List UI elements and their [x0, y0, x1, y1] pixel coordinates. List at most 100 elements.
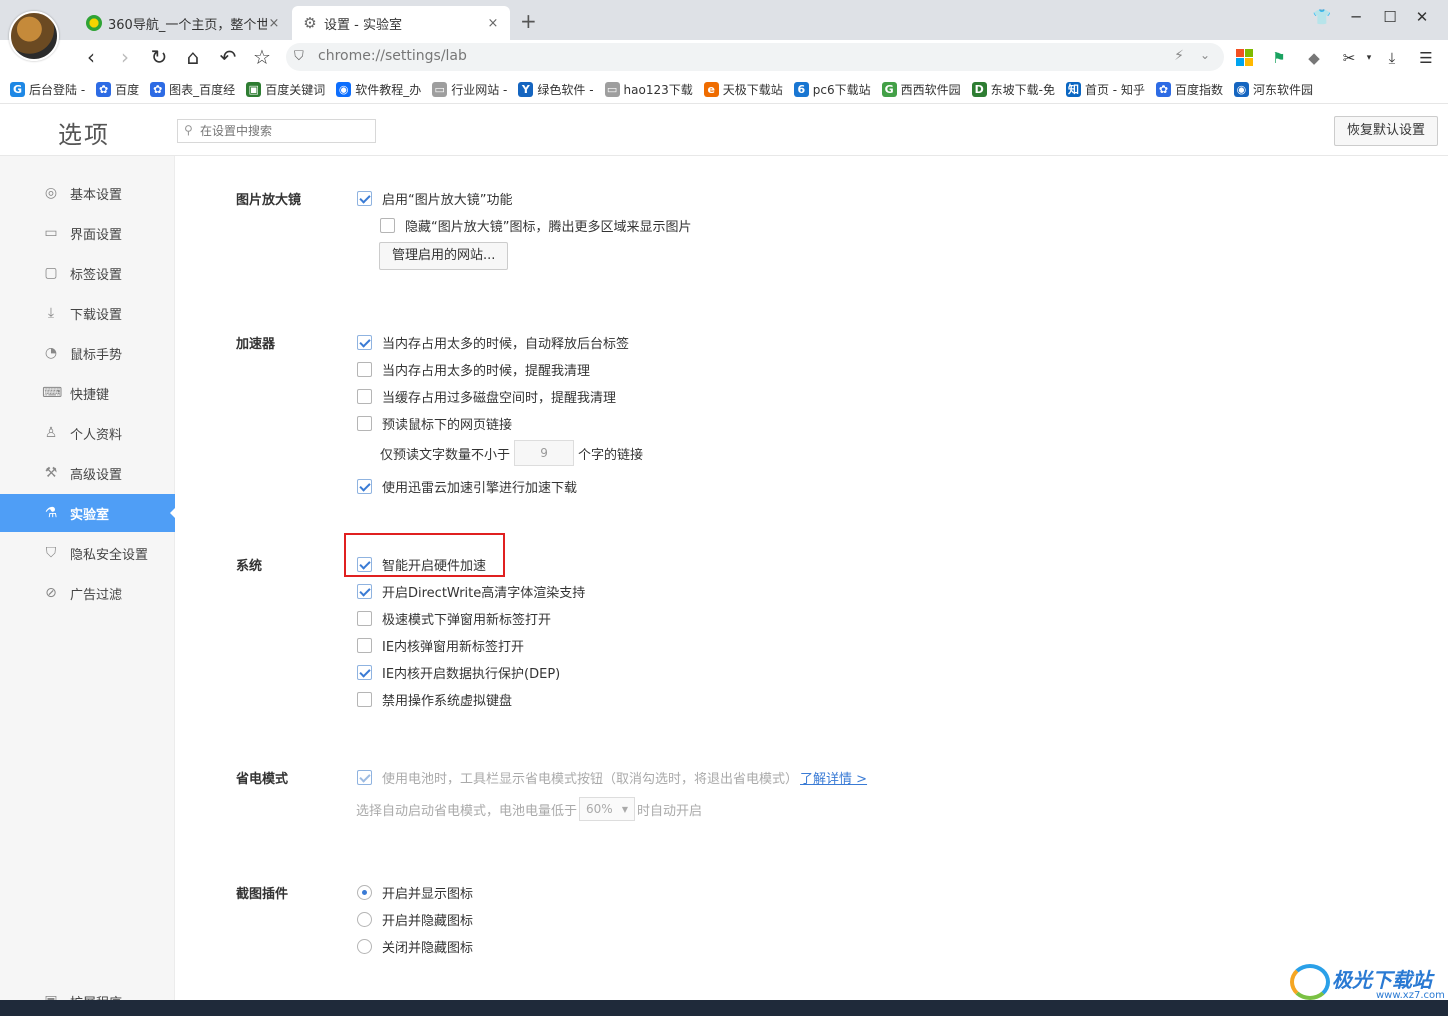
- bookmark-item[interactable]: ▣ 百度关键词: [246, 81, 325, 98]
- bookmark-item[interactable]: 知首页 - 知乎: [1065, 81, 1145, 98]
- window-close-icon[interactable]: ✕: [1412, 8, 1432, 26]
- bookmark-item[interactable]: G 西西软件园: [881, 81, 961, 98]
- download-icon[interactable]: ⤓: [1383, 49, 1401, 67]
- checkbox[interactable]: [357, 416, 372, 431]
- address-bar[interactable]: ⛉ chrome://settings/lab ⚡ ⌄: [286, 43, 1224, 71]
- checkbox[interactable]: [357, 479, 372, 494]
- new-tab-button[interactable]: +: [520, 9, 537, 33]
- sidebar-item-keyboard[interactable]: ⌨ 快捷键: [0, 374, 175, 412]
- radio-button[interactable]: [357, 885, 372, 900]
- sidebar-item-download[interactable]: ⤓ 下载设置: [0, 294, 175, 332]
- apps-icon[interactable]: [1236, 49, 1254, 67]
- bookmark-item[interactable]: 6 pc6下载站: [793, 81, 871, 98]
- bookmark-item[interactable]: ✿ 图表_百度经: [150, 81, 235, 98]
- screenshot-option[interactable]: 开启并显示图标: [357, 883, 473, 902]
- bookmark-item[interactable]: ▭ 行业网站 -: [432, 81, 507, 98]
- battery-button-option[interactable]: 使用电池时，工具栏显示省电模式按钮（取消勾选时，将退出省电模式） 了解详情 >: [357, 768, 867, 787]
- url-text[interactable]: chrome://settings/lab: [318, 48, 467, 64]
- bookmark-item[interactable]: ▭ hao123下载: [604, 81, 693, 98]
- spiral-icon: G: [10, 82, 25, 97]
- sidebar-item-target[interactable]: ◎ 基本设置: [0, 174, 175, 212]
- screenshot-option[interactable]: 关闭并隐藏图标: [357, 937, 473, 956]
- system-option[interactable]: 禁用操作系统虚拟键盘: [357, 690, 512, 709]
- checkbox[interactable]: [380, 218, 395, 233]
- close-icon[interactable]: ×: [267, 16, 281, 31]
- bookmark-item[interactable]: ◉ 河东软件园: [1233, 81, 1313, 98]
- sidebar-item-block[interactable]: ⊘ 广告过滤: [0, 574, 175, 612]
- globe-icon: ◉: [336, 82, 352, 97]
- bookmark-item[interactable]: D 东坡下载-免: [971, 81, 1055, 98]
- tab-settings-lab[interactable]: ⚙ 设置 - 实验室 ×: [292, 6, 510, 40]
- checkbox[interactable]: [357, 638, 372, 653]
- bookmark-item[interactable]: ✿ 百度: [96, 81, 139, 98]
- sidebar: ⊘ 广告过滤 ⛉ 隐私安全设置 ⚗ 实验室 ⚒ 高级设置 ♙ 个人资料 ⌨ 快捷键 ◔ 鼠标手势 ⤓ 下载设置…: [0, 156, 176, 1011]
- sidebar-item-tab[interactable]: ▢ 标签设置: [0, 254, 175, 292]
- undo-icon[interactable]: ↶: [215, 44, 241, 70]
- chevron-down-icon[interactable]: ▾: [1360, 49, 1378, 67]
- chevron-down-icon: ▼: [621, 804, 629, 814]
- checkbox[interactable]: [357, 335, 372, 350]
- checkbox[interactable]: [357, 362, 372, 377]
- menu-icon[interactable]: ☰: [1417, 49, 1435, 67]
- checkbox[interactable]: [357, 584, 372, 599]
- flag-icon[interactable]: ⚑: [1270, 49, 1288, 67]
- bookmark-item[interactable]: ◉ 软件教程_办: [336, 81, 421, 98]
- checkbox[interactable]: [357, 611, 372, 626]
- bookmark-label: 东坡下载-免: [990, 83, 1055, 97]
- sidebar-item-mouse[interactable]: ◔ 鼠标手势: [0, 334, 175, 372]
- settings-search[interactable]: ⚲: [177, 119, 376, 143]
- home-icon[interactable]: ⌂: [180, 44, 206, 70]
- minimize-icon[interactable]: ─: [1346, 8, 1366, 26]
- magnifier-enable-option[interactable]: 启用“图片放大镜”功能: [357, 189, 512, 208]
- checkbox[interactable]: [357, 191, 372, 206]
- accelerator-option[interactable]: 当缓存占用过多磁盘空间时，提醒我清理: [357, 387, 616, 406]
- system-option[interactable]: 极速模式下弹窗用新标签打开: [357, 609, 551, 628]
- system-option[interactable]: IE内核开启数据执行保护(DEP): [357, 663, 560, 682]
- radio-button[interactable]: [357, 912, 372, 927]
- bookmark-label: 百度指数: [1174, 83, 1223, 97]
- sidebar-item-window[interactable]: ▭ 界面设置: [0, 214, 175, 252]
- system-option[interactable]: IE内核弹窗用新标签打开: [357, 636, 524, 655]
- avatar[interactable]: [9, 11, 59, 61]
- skin-icon[interactable]: 👕: [1312, 8, 1332, 26]
- sidebar-item-user[interactable]: ♙ 个人资料: [0, 414, 175, 452]
- extension-icon[interactable]: ◆: [1305, 49, 1323, 67]
- bookmark-item[interactable]: ✿ 百度指数: [1155, 81, 1223, 98]
- bookmark-item[interactable]: Y 绿色软件 -: [518, 81, 594, 98]
- back-icon[interactable]: ‹: [78, 44, 104, 70]
- search-input[interactable]: [200, 122, 370, 140]
- close-icon[interactable]: ×: [486, 16, 500, 31]
- checkbox[interactable]: [357, 665, 372, 680]
- radio-button[interactable]: [357, 939, 372, 954]
- checkbox[interactable]: [357, 692, 372, 707]
- bookmark-item[interactable]: e 天极下载站: [703, 81, 783, 98]
- sidebar-item-shield[interactable]: ⛉ 隐私安全设置: [0, 534, 175, 572]
- accelerator-option[interactable]: 预读鼠标下的网页链接: [357, 414, 512, 433]
- option-label: 开启并隐藏图标: [382, 914, 474, 929]
- scissors-icon[interactable]: ✂: [1340, 49, 1358, 67]
- star-icon[interactable]: ☆: [249, 44, 275, 70]
- chevron-down-icon[interactable]: ⌄: [1200, 48, 1210, 62]
- reload-icon[interactable]: ↻: [146, 44, 172, 70]
- manage-sites-button[interactable]: 管理启用的网站...: [379, 242, 509, 270]
- bolt-icon[interactable]: ⚡: [1174, 48, 1184, 64]
- maximize-icon[interactable]: ☐: [1380, 8, 1400, 26]
- screenshot-option[interactable]: 开启并隐藏图标: [357, 910, 473, 929]
- battery-level-select[interactable]: 60% ▼: [579, 797, 636, 821]
- system-option[interactable]: 开启DirectWrite高清字体渲染支持: [357, 582, 585, 601]
- sidebar-item-tools[interactable]: ⚒ 高级设置: [0, 454, 175, 492]
- bookmark-item[interactable]: G 后台登陆 -: [10, 81, 85, 98]
- checkbox[interactable]: [357, 389, 372, 404]
- accelerator-option[interactable]: 当内存占用太多的时候，自动释放后台标签: [357, 333, 629, 352]
- restore-defaults-button[interactable]: 恢复默认设置: [1334, 116, 1438, 146]
- forward-icon[interactable]: ›: [112, 44, 138, 70]
- preread-count-input[interactable]: [514, 440, 575, 466]
- learn-more-link[interactable]: 了解详情 >: [800, 768, 867, 787]
- thunder-accel-option[interactable]: 使用迅雷云加速引擎进行加速下载: [357, 477, 577, 496]
- tab-360-nav[interactable]: 360导航_一个主页，整个世界 ×: [76, 6, 291, 40]
- checkbox[interactable]: [357, 770, 372, 785]
- accelerator-option[interactable]: 当内存占用太多的时候，提醒我清理: [357, 360, 590, 379]
- magnifier-hide-icon-option[interactable]: 隐藏“图片放大镜”图标，腾出更多区域来显示图片: [380, 216, 691, 235]
- section-title-magnifier: 图片放大镜: [236, 193, 302, 208]
- sidebar-item-flask[interactable]: ⚗ 实验室: [0, 494, 176, 532]
